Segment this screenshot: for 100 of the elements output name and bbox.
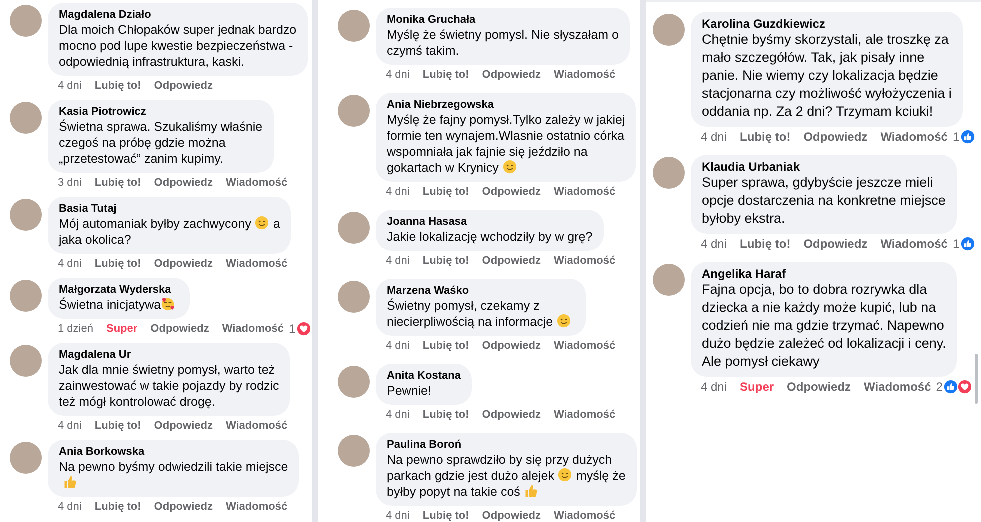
comment-text: Dla moich Chłopaków super jednak bardzo <box>59 23 297 37</box>
like-link[interactable]: Lubię to! <box>422 186 470 198</box>
message-link[interactable]: Wiadomość <box>226 501 288 513</box>
avatar[interactable] <box>10 102 42 134</box>
comment-text: Pewnie! <box>387 384 432 398</box>
reply-link[interactable]: Odpowiedz <box>482 186 541 198</box>
avatar[interactable] <box>10 280 42 312</box>
comment-time[interactable]: 4 dni <box>701 237 728 251</box>
reply-link[interactable]: Odpowiedz <box>154 258 213 270</box>
avatar[interactable] <box>10 345 42 377</box>
reply-link[interactable]: Odpowiedz <box>804 237 868 251</box>
avatar[interactable] <box>338 212 370 244</box>
like-link[interactable]: Lubię to! <box>94 80 142 92</box>
reply-link[interactable]: Odpowiedz <box>482 340 541 352</box>
message-link[interactable]: Wiadomość <box>226 258 288 270</box>
comment-text: Na pewno sprawdziło by się przy dużych <box>387 453 612 467</box>
avatar[interactable] <box>653 264 685 296</box>
comment-time[interactable]: 4 dni <box>701 380 728 394</box>
message-link[interactable]: Wiadomość <box>222 323 284 335</box>
author-name[interactable]: Magdalena Działo <box>59 8 297 22</box>
like-link[interactable]: Lubię to! <box>94 258 142 270</box>
author-name[interactable]: Magdalena Ur <box>59 348 280 362</box>
reply-link[interactable]: Odpowiedz <box>154 80 213 92</box>
reply-link[interactable]: Odpowiedz <box>154 420 213 432</box>
author-name[interactable]: Angelika Haraf <box>702 267 946 281</box>
comment-time[interactable]: 4 dni <box>386 69 410 81</box>
comment-time[interactable]: 4 dni <box>58 258 82 270</box>
reply-link[interactable]: Odpowiedz <box>787 380 852 394</box>
comment-text: Jakie lokalizację wchodziły by w grę? <box>387 230 593 244</box>
reaction-count[interactable]: 2 <box>936 380 943 394</box>
author-name[interactable]: Klaudia Urbaniak <box>702 160 946 174</box>
reply-link[interactable]: Odpowiedz <box>482 510 541 522</box>
avatar[interactable] <box>338 281 370 313</box>
message-link[interactable]: Wiadomość <box>554 69 616 81</box>
comment-time[interactable]: 4 dni <box>386 510 410 522</box>
comment-time[interactable]: 3 dni <box>58 177 82 189</box>
reply-link[interactable]: Odpowiedz <box>482 255 541 267</box>
avatar[interactable] <box>338 10 370 42</box>
reply-link[interactable]: Odpowiedz <box>150 323 210 335</box>
avatar[interactable] <box>10 5 42 37</box>
reaction-count[interactable]: 1 <box>288 322 296 336</box>
reaction-count[interactable]: 1 <box>952 237 960 251</box>
reply-link[interactable]: Odpowiedz <box>154 501 213 513</box>
author-name[interactable]: Anita Kostana <box>387 369 461 383</box>
message-link[interactable]: Wiadomość <box>554 255 616 267</box>
author-name[interactable]: Karolina Guzdkiewicz <box>702 17 952 31</box>
comment-time[interactable]: 4 dni <box>58 501 82 513</box>
like-link[interactable]: Lubię to! <box>94 420 142 432</box>
comment-time[interactable]: 4 dni <box>386 340 410 352</box>
comment-time[interactable]: 1 dzień <box>58 323 94 335</box>
message-link[interactable]: Wiadomość <box>554 340 616 352</box>
like-link[interactable]: Lubię to! <box>94 501 142 513</box>
smiley-hearts-icon <box>161 297 176 311</box>
like-link[interactable]: Lubię to! <box>740 130 791 144</box>
message-link[interactable]: Wiadomość <box>880 130 948 144</box>
message-link[interactable]: Wiadomość <box>554 186 616 198</box>
message-link[interactable]: Wiadomość <box>226 177 288 189</box>
reply-link[interactable]: Odpowiedz <box>154 177 213 189</box>
message-link[interactable]: Wiadomość <box>864 380 932 394</box>
author-name[interactable]: Basia Tutaj <box>59 202 280 216</box>
comment-time[interactable]: 4 dni <box>386 409 410 421</box>
avatar[interactable] <box>10 442 42 474</box>
author-name[interactable]: Joanna Hasasa <box>387 215 593 229</box>
avatar[interactable] <box>653 14 685 46</box>
comment-time[interactable]: 4 dni <box>701 130 728 144</box>
message-link[interactable]: Wiadomość <box>554 409 616 421</box>
like-link[interactable]: Lubię to! <box>422 255 470 267</box>
reply-link[interactable]: Odpowiedz <box>482 69 541 81</box>
author-name[interactable]: Małgorzata Wyderska <box>59 283 180 297</box>
like-link[interactable]: Super <box>740 380 774 394</box>
author-name[interactable]: Ania Niebrzegowska <box>387 98 626 112</box>
avatar[interactable] <box>653 157 685 189</box>
author-name[interactable]: Paulina Boroń <box>387 438 626 452</box>
author-name[interactable]: Ania Borkowska <box>59 445 288 459</box>
avatar[interactable] <box>338 435 370 467</box>
like-link[interactable]: Lubię to! <box>94 177 142 189</box>
message-link[interactable]: Wiadomość <box>226 420 288 432</box>
message-link[interactable]: Wiadomość <box>880 237 948 251</box>
avatar[interactable] <box>338 95 370 127</box>
like-link[interactable]: Lubię to! <box>422 340 470 352</box>
like-link[interactable]: Lubię to! <box>422 69 470 81</box>
reply-link[interactable]: Odpowiedz <box>804 130 868 144</box>
author-name[interactable]: Kasia Piotrowicz <box>59 105 263 119</box>
comment-time[interactable]: 4 dni <box>386 255 410 267</box>
like-link[interactable]: Lubię to! <box>740 237 791 251</box>
comment-text: Jak dla mnie świetny pomysł, warto też <box>59 363 276 377</box>
reply-link[interactable]: Odpowiedz <box>482 409 541 421</box>
scrollbar-thumb[interactable] <box>975 354 978 404</box>
author-name[interactable]: Marzena Waśko <box>387 284 576 298</box>
like-link[interactable]: Super <box>106 323 138 335</box>
author-name[interactable]: Monika Gruchała <box>387 13 620 27</box>
comment-time[interactable]: 4 dni <box>58 420 82 432</box>
avatar[interactable] <box>10 199 42 231</box>
like-link[interactable]: Lubię to! <box>422 409 470 421</box>
message-link[interactable]: Wiadomość <box>554 510 616 522</box>
like-link[interactable]: Lubię to! <box>422 510 470 522</box>
comment-time[interactable]: 4 dni <box>58 80 82 92</box>
avatar[interactable] <box>338 366 370 398</box>
comment-time[interactable]: 4 dni <box>386 186 410 198</box>
reaction-count[interactable]: 1 <box>952 130 960 144</box>
